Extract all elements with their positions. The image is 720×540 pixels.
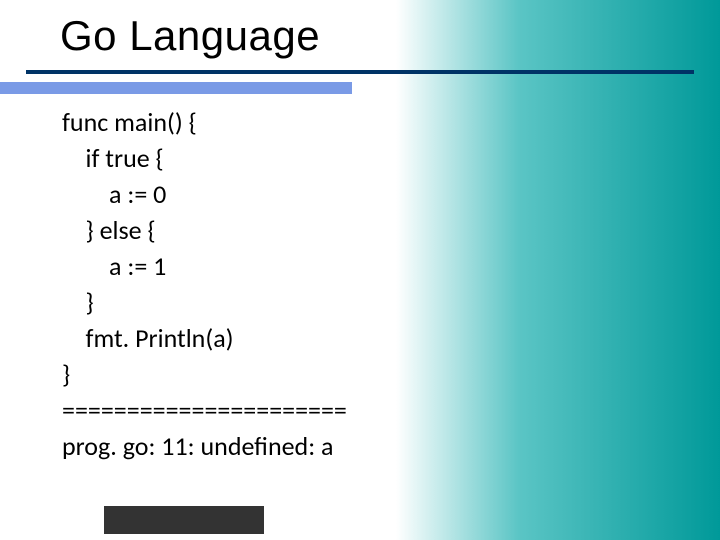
code-block: func main() { if true { a := 0 } else { … xyxy=(62,104,347,464)
title-underline-thin xyxy=(0,82,352,94)
title-underline-thick xyxy=(26,70,694,74)
slide: Go Language func main() { if true { a :=… xyxy=(0,0,720,540)
footer-bar xyxy=(104,506,264,534)
slide-title: Go Language xyxy=(60,12,320,60)
